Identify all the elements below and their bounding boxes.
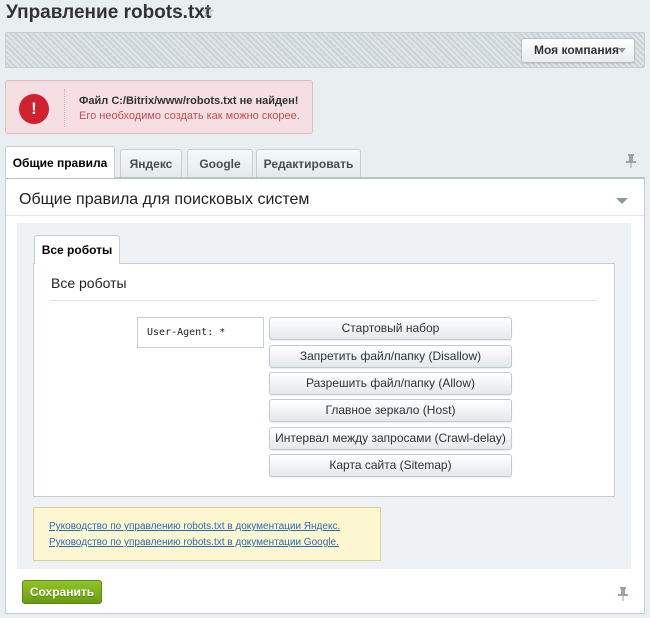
tab-general-rules[interactable]: Общие правила (5, 146, 115, 178)
tab-yandex[interactable]: Яндекс (120, 149, 182, 178)
allow-button[interactable]: Разрешить файл/папку (Allow) (269, 372, 512, 395)
error-alert: ! Файл C:/Bitrix/www/robots.txt не найде… (5, 80, 313, 134)
documentation-links: Руководство по управлению robots.txt в д… (33, 507, 381, 561)
user-agent-textarea[interactable]: User-Agent: * (137, 317, 264, 348)
company-select-label: Моя компания (534, 43, 619, 57)
robots-editor-area: Все роботы Все роботы User-Agent: * Стар… (17, 223, 631, 569)
section-divider (6, 215, 644, 216)
tab-google[interactable]: Google (187, 149, 253, 178)
alert-divider (64, 89, 65, 127)
tab-all-robots[interactable]: Все роботы (34, 235, 120, 264)
section-title: Общие правила для поисковых систем (19, 191, 310, 208)
collapse-icon[interactable] (616, 198, 628, 204)
crawl-delay-button[interactable]: Интервал между запросами (Crawl-delay) (269, 427, 512, 450)
company-select[interactable]: Моя компания (521, 38, 635, 63)
pin-icon[interactable] (625, 154, 637, 168)
alert-text: Его необходимо создать как можно скорее. (79, 110, 300, 122)
all-robots-panel: Все роботы User-Agent: * Стартовый набор… (33, 263, 615, 497)
all-robots-title: Все роботы (51, 275, 127, 291)
star-icon[interactable]: ☆ (201, 5, 215, 21)
google-docs-link[interactable]: Руководство по управлению robots.txt в д… (49, 537, 339, 548)
host-button[interactable]: Главное зеркало (Host) (269, 399, 512, 422)
top-toolbar: Моя компания (5, 32, 645, 68)
start-set-button[interactable]: Стартовый набор (269, 317, 512, 340)
yandex-docs-link[interactable]: Руководство по управлению robots.txt в д… (49, 521, 340, 532)
general-rules-panel: Общие правила для поисковых систем Все р… (5, 177, 645, 614)
chevron-down-icon (618, 48, 626, 53)
sitemap-button[interactable]: Карта сайта (Sitemap) (269, 454, 512, 477)
page-title: Управление robots.txt (6, 2, 212, 23)
save-button[interactable]: Сохранить (22, 580, 102, 604)
pin-icon[interactable] (617, 587, 629, 601)
all-robots-divider (50, 300, 597, 301)
error-icon: ! (19, 94, 49, 124)
alert-title: Файл C:/Bitrix/www/robots.txt не найден! (79, 95, 299, 107)
tab-edit[interactable]: Редактировать (256, 149, 361, 178)
disallow-button[interactable]: Запретить файл/папку (Disallow) (269, 345, 512, 368)
